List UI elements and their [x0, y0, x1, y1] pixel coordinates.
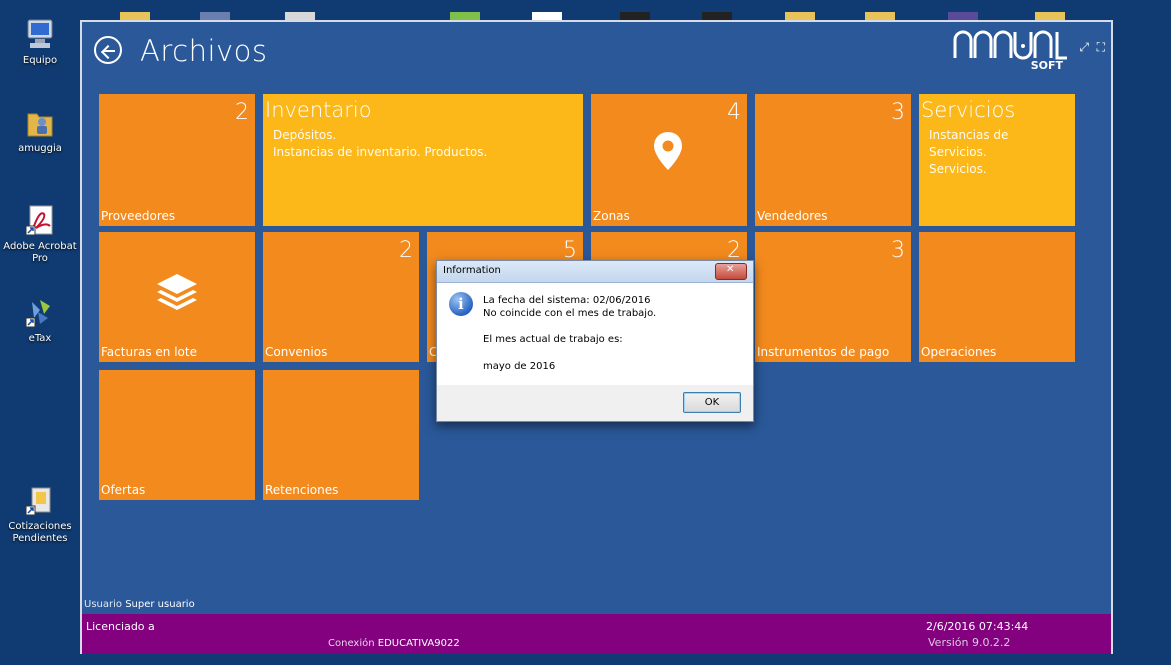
restore-icon[interactable]: ⤢	[1079, 40, 1089, 55]
tile-desc-line: Instancias de	[929, 128, 1009, 142]
map-pin-icon	[654, 132, 682, 170]
desktop-icon-label: Adobe Acrobat Pro	[3, 241, 77, 264]
tile-vendedores[interactable]: 3 Vendedores	[755, 94, 911, 226]
computer-icon	[24, 18, 56, 52]
close-button[interactable]	[715, 263, 747, 280]
desktop-icon-etax[interactable]: eTax	[2, 296, 78, 345]
tile-desc-line: Depósitos.	[273, 128, 337, 142]
fullscreen-icon[interactable]: ⛶	[1097, 40, 1105, 55]
dialog-text-line: No coincide con el mes de trabajo.	[483, 308, 657, 319]
tile-proveedores[interactable]: 2 Proveedores	[99, 94, 255, 226]
user-value: Super usuario	[125, 599, 195, 610]
desktop-icon-amuggia[interactable]: amuggia	[2, 106, 78, 155]
tile-facturas-en-lote[interactable]: Facturas en lote	[99, 232, 255, 362]
dialog-text-line: mayo de 2016	[483, 361, 556, 372]
tile-count: 3	[891, 100, 905, 125]
tile-description: Instancias de Servicios. Servicios.	[929, 127, 1008, 178]
desktop-icon-label: Equipo	[22, 55, 58, 66]
connection-value: EDUCATIVA9022	[377, 638, 460, 649]
dialog-text-line: El mes actual de trabajo es:	[483, 334, 623, 345]
tile-count: 4	[727, 100, 741, 125]
user-info: Usuario Super usuario	[84, 599, 195, 610]
user-folder-icon	[24, 106, 56, 140]
acrobat-icon	[24, 204, 56, 238]
tile-zonas[interactable]: 4 Zonas	[591, 94, 747, 226]
dialog-titlebar[interactable]: Information	[437, 261, 753, 283]
desktop-icon-label: Cotizaciones Pendientes	[8, 521, 72, 544]
back-button[interactable]	[94, 36, 122, 64]
information-dialog: Information La fecha del sistema: 02/06/…	[436, 260, 754, 422]
desktop-icon-cotizaciones[interactable]: Cotizaciones Pendientes	[2, 484, 78, 545]
version-text: Versión 9.0.2.2	[928, 636, 1011, 649]
tile-label: Operaciones	[921, 345, 997, 359]
licensed-label: Licenciado a	[86, 620, 155, 633]
tile-desc-line: Instancias de inventario. Productos.	[273, 145, 488, 159]
desktop-icon-adobe-acrobat[interactable]: Adobe Acrobat Pro	[2, 204, 78, 265]
tile-label: Instrumentos de pago	[757, 345, 890, 359]
connection-info: Conexión EDUCATIVA9022	[328, 638, 460, 649]
connection-label: Conexión	[328, 638, 375, 649]
annual-logo-mark	[953, 30, 1067, 60]
tile-desc-line: Servicios.	[929, 162, 987, 176]
tile-instrumentos-de-pago[interactable]: 3 Instrumentos de pago	[755, 232, 911, 362]
tile-label: Zonas	[593, 209, 630, 223]
user-label: Usuario	[84, 599, 123, 610]
tile-description: Depósitos. Instancias de inventario. Pro…	[273, 127, 487, 161]
datetime-text: 2/6/2016 07:43:44	[926, 620, 1029, 633]
desktop-icon-equipo[interactable]: Equipo	[2, 18, 78, 67]
dialog-title: Information	[443, 265, 501, 276]
dialog-body: La fecha del sistema: 02/06/2016 No coin…	[437, 283, 753, 385]
desktop-icon-label: amuggia	[18, 143, 62, 154]
tile-label: Convenios	[265, 345, 328, 359]
tile-label: Retenciones	[265, 483, 339, 497]
tile-desc-line: Servicios.	[929, 145, 987, 159]
info-icon	[449, 292, 473, 316]
tile-title: Inventario	[265, 98, 372, 122]
logo-subtitle: SOFT	[1030, 59, 1063, 72]
tile-count: 2	[399, 238, 413, 263]
tile-operaciones[interactable]: Operaciones	[919, 232, 1075, 362]
tile-ofertas[interactable]: Ofertas	[99, 370, 255, 500]
tile-label: Ofertas	[101, 483, 146, 497]
page-title: Archivos	[140, 34, 268, 68]
ok-button[interactable]: OK	[683, 392, 741, 413]
tile-label: Proveedores	[101, 209, 176, 223]
layers-icon	[157, 274, 197, 310]
tile-label: Vendedores	[757, 209, 828, 223]
tile-title: Servicios	[921, 98, 1016, 122]
tile-label: Facturas en lote	[101, 345, 197, 359]
etax-icon	[24, 296, 56, 330]
app-header: Archivos SOFT ⤢ ⛶	[82, 22, 1111, 82]
desktop-background-strip	[80, 0, 1115, 22]
tile-count: 2	[235, 100, 249, 125]
dialog-text-line: La fecha del sistema: 02/06/2016	[483, 295, 651, 306]
tile-count: 3	[891, 238, 905, 263]
tile-servicios[interactable]: Servicios Instancias de Servicios. Servi…	[919, 94, 1075, 226]
tile-inventario[interactable]: Inventario Depósitos. Instancias de inve…	[263, 94, 583, 226]
tile-retenciones[interactable]: Retenciones	[263, 370, 419, 500]
folder-shortcut-icon	[24, 484, 56, 518]
desktop-icon-label: eTax	[28, 333, 52, 344]
tile-convenios[interactable]: 2 Convenios	[263, 232, 419, 362]
status-footer: Licenciado a Conexión EDUCATIVA9022 2/6/…	[82, 614, 1111, 654]
